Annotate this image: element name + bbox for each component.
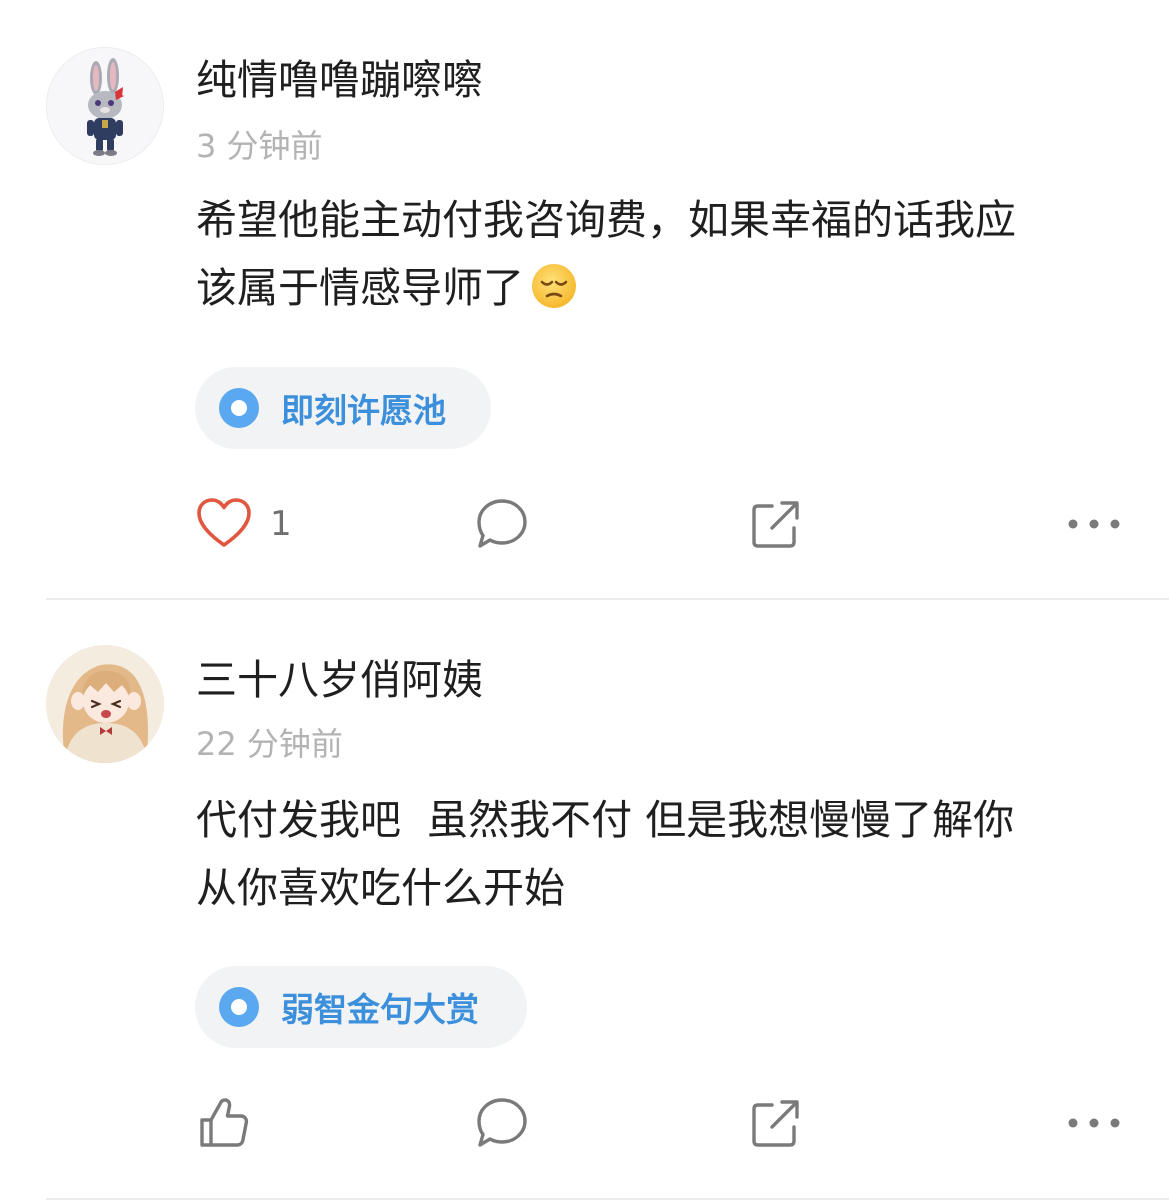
action-bar: 1	[0, 489, 1169, 559]
more-options-button[interactable]	[1066, 489, 1122, 559]
comment-bubble-icon	[477, 1098, 527, 1147]
post-content-line-text: 该属于情感导师了	[196, 264, 524, 312]
post-content: 代付发我吧 虽然我不付 但是我想慢慢了解你 从你喜欢吃什么开始	[196, 786, 1116, 922]
thumbs-up-icon	[200, 1098, 249, 1147]
post-content-line-with-emoji: 该属于情感导师了	[196, 254, 1116, 330]
topic-label: 弱智金句大赏	[281, 990, 479, 1029]
topic-tag[interactable]: 弱智金句大赏	[195, 966, 527, 1048]
post-timestamp: 22 分钟前	[196, 725, 343, 763]
comment-button[interactable]	[474, 489, 530, 559]
divider	[46, 1198, 1169, 1200]
topic-dot-icon	[219, 987, 259, 1027]
anime-girl-avatar-icon	[46, 645, 164, 763]
topic-label: 即刻许愿池	[281, 391, 446, 430]
like-button[interactable]: 1	[196, 489, 292, 559]
comment-bubble-icon	[477, 499, 527, 548]
post-card[interactable]: 三十八岁俏阿姨 22 分钟前 代付发我吧 虽然我不付 但是我想慢慢了解你 从你喜…	[0, 600, 1169, 1203]
post-timestamp: 3 分钟前	[196, 127, 323, 165]
post-content: 希望他能主动付我咨询费，如果幸福的话我应 该属于情感导师了	[196, 186, 1116, 330]
like-count: 1	[270, 504, 292, 544]
topic-dot-icon	[219, 388, 259, 428]
post-content-line: 希望他能主动付我咨询费，如果幸福的话我应	[196, 196, 1016, 244]
share-button[interactable]	[748, 1088, 804, 1158]
more-dots-icon	[1068, 519, 1120, 529]
avatar[interactable]	[46, 47, 164, 165]
like-button[interactable]	[196, 1088, 252, 1158]
share-icon	[752, 501, 799, 548]
post-content-line: 代付发我吧 虽然我不付 但是我想慢慢了解你	[196, 796, 1015, 844]
bunny-avatar-icon	[47, 48, 163, 164]
pensive-face-icon	[530, 262, 578, 330]
share-button[interactable]	[748, 489, 804, 559]
username[interactable]: 三十八岁俏阿姨	[196, 654, 483, 706]
more-options-button[interactable]	[1066, 1088, 1122, 1158]
post-card[interactable]: 纯情噜噜蹦嚓嚓 3 分钟前 希望他能主动付我咨询费，如果幸福的话我应 该属于情感…	[0, 0, 1169, 600]
share-icon	[752, 1100, 799, 1147]
avatar[interactable]	[46, 645, 164, 763]
more-dots-icon	[1068, 1118, 1120, 1128]
comment-button[interactable]	[474, 1088, 530, 1158]
action-bar	[0, 1088, 1169, 1158]
post-content-line: 从你喜欢吃什么开始	[196, 864, 565, 912]
username[interactable]: 纯情噜噜蹦嚓嚓	[196, 54, 483, 106]
topic-tag[interactable]: 即刻许愿池	[195, 367, 491, 449]
heart-icon	[197, 498, 251, 547]
